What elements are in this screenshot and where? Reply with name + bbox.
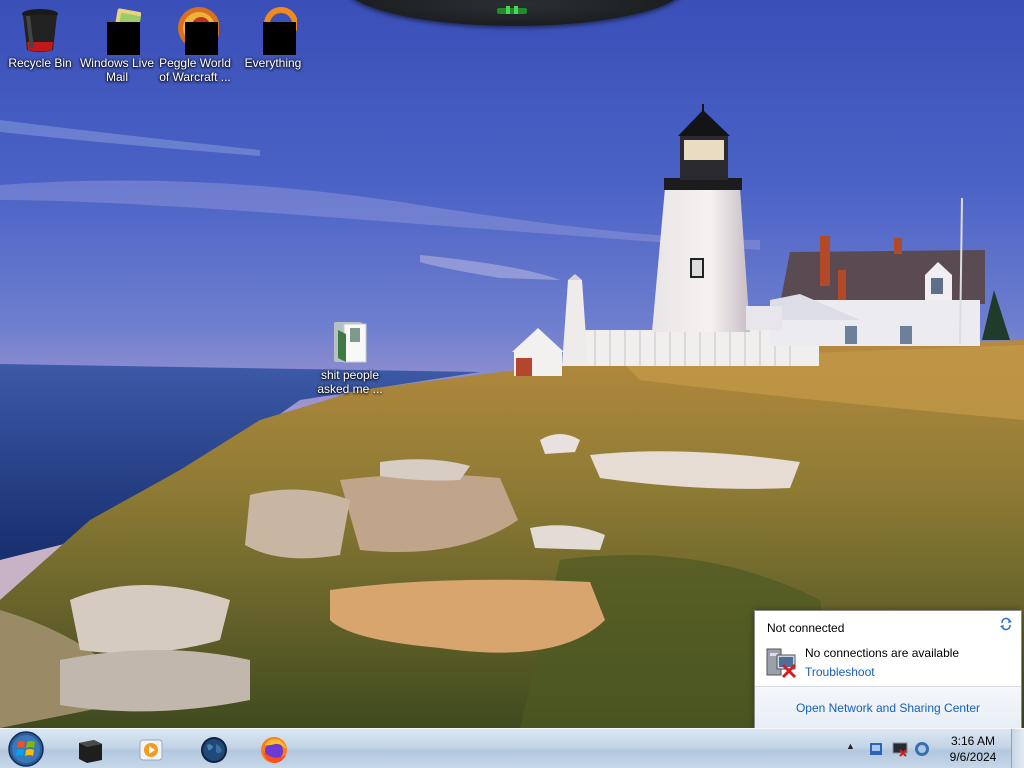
desktop-icon-folder[interactable]: shit people asked me ... (310, 318, 390, 396)
desktop-icon-label: Peggle World of Warcraft ... (159, 56, 231, 84)
redacted-block (107, 22, 140, 55)
show-desktop-button[interactable] (1011, 729, 1024, 768)
file-explorer-icon (79, 740, 102, 763)
gadget-indicator-icon (497, 6, 527, 14)
desktop-icon-label: shit people asked me ... (317, 368, 383, 396)
taskbar-item-firefox[interactable] (245, 731, 301, 767)
windows-logo-icon (8, 731, 44, 767)
network-popup: Not connected No connections are availab… (754, 610, 1022, 728)
troubleshoot-link[interactable]: Troubleshoot (805, 665, 875, 679)
windows-live-mail-icon (93, 6, 142, 55)
peggle-icon (171, 6, 220, 55)
desktop[interactable]: Recycle Bin Windows Live Mail Peggle Wor… (0, 0, 1024, 728)
firefox-icon (261, 737, 287, 763)
everything-search-icon (249, 6, 298, 55)
refresh-icon[interactable] (999, 617, 1013, 631)
tray-app-icon[interactable] (868, 741, 884, 757)
taskbar: ▲ 3:16 AM 9/6/2024 (0, 728, 1024, 768)
desktop-icon-label: Windows Live Mail (79, 56, 155, 84)
show-hidden-icons-arrow-icon[interactable]: ▲ (846, 741, 858, 755)
network-status-heading: Not connected (767, 621, 845, 635)
globe-icon (201, 737, 227, 763)
desktop-icon-windows-live-mail[interactable]: Windows Live Mail (77, 6, 157, 84)
desktop-icon-peggle[interactable]: Peggle World of Warcraft ... (155, 6, 235, 84)
taskbar-clock[interactable]: 3:16 AM 9/6/2024 (932, 733, 1014, 765)
system-tray: ▲ 3:16 AM 9/6/2024 (840, 729, 1024, 768)
taskbar-item-media-player[interactable] (122, 731, 178, 767)
network-popup-footer: Open Network and Sharing Center (755, 686, 1021, 728)
taskbar-item-windows-explorer[interactable] (62, 731, 118, 767)
desktop-icon-label: Everything (244, 56, 302, 70)
desktop-icon-everything[interactable]: Everything (233, 6, 313, 70)
taskbar-item-internet[interactable] (185, 731, 241, 767)
clock-time: 3:16 AM (950, 734, 996, 748)
media-player-icon (139, 739, 163, 761)
clock-date: 9/6/2024 (949, 750, 997, 764)
recycle-bin-icon (16, 6, 64, 54)
network-disconnected-icon (766, 648, 797, 679)
desktop-icon-recycle-bin[interactable]: Recycle Bin (0, 6, 80, 70)
start-button[interactable] (4, 729, 48, 768)
volume-icon[interactable] (914, 741, 930, 757)
redacted-block (185, 22, 218, 55)
desktop-icon-label: Recycle Bin (8, 56, 72, 70)
network-disconnected-tray-icon[interactable] (892, 741, 908, 757)
redacted-block (263, 22, 296, 55)
network-message: No connections are available (805, 646, 960, 660)
folder-icon (326, 318, 374, 366)
open-network-sharing-center-link[interactable]: Open Network and Sharing Center (796, 701, 980, 715)
